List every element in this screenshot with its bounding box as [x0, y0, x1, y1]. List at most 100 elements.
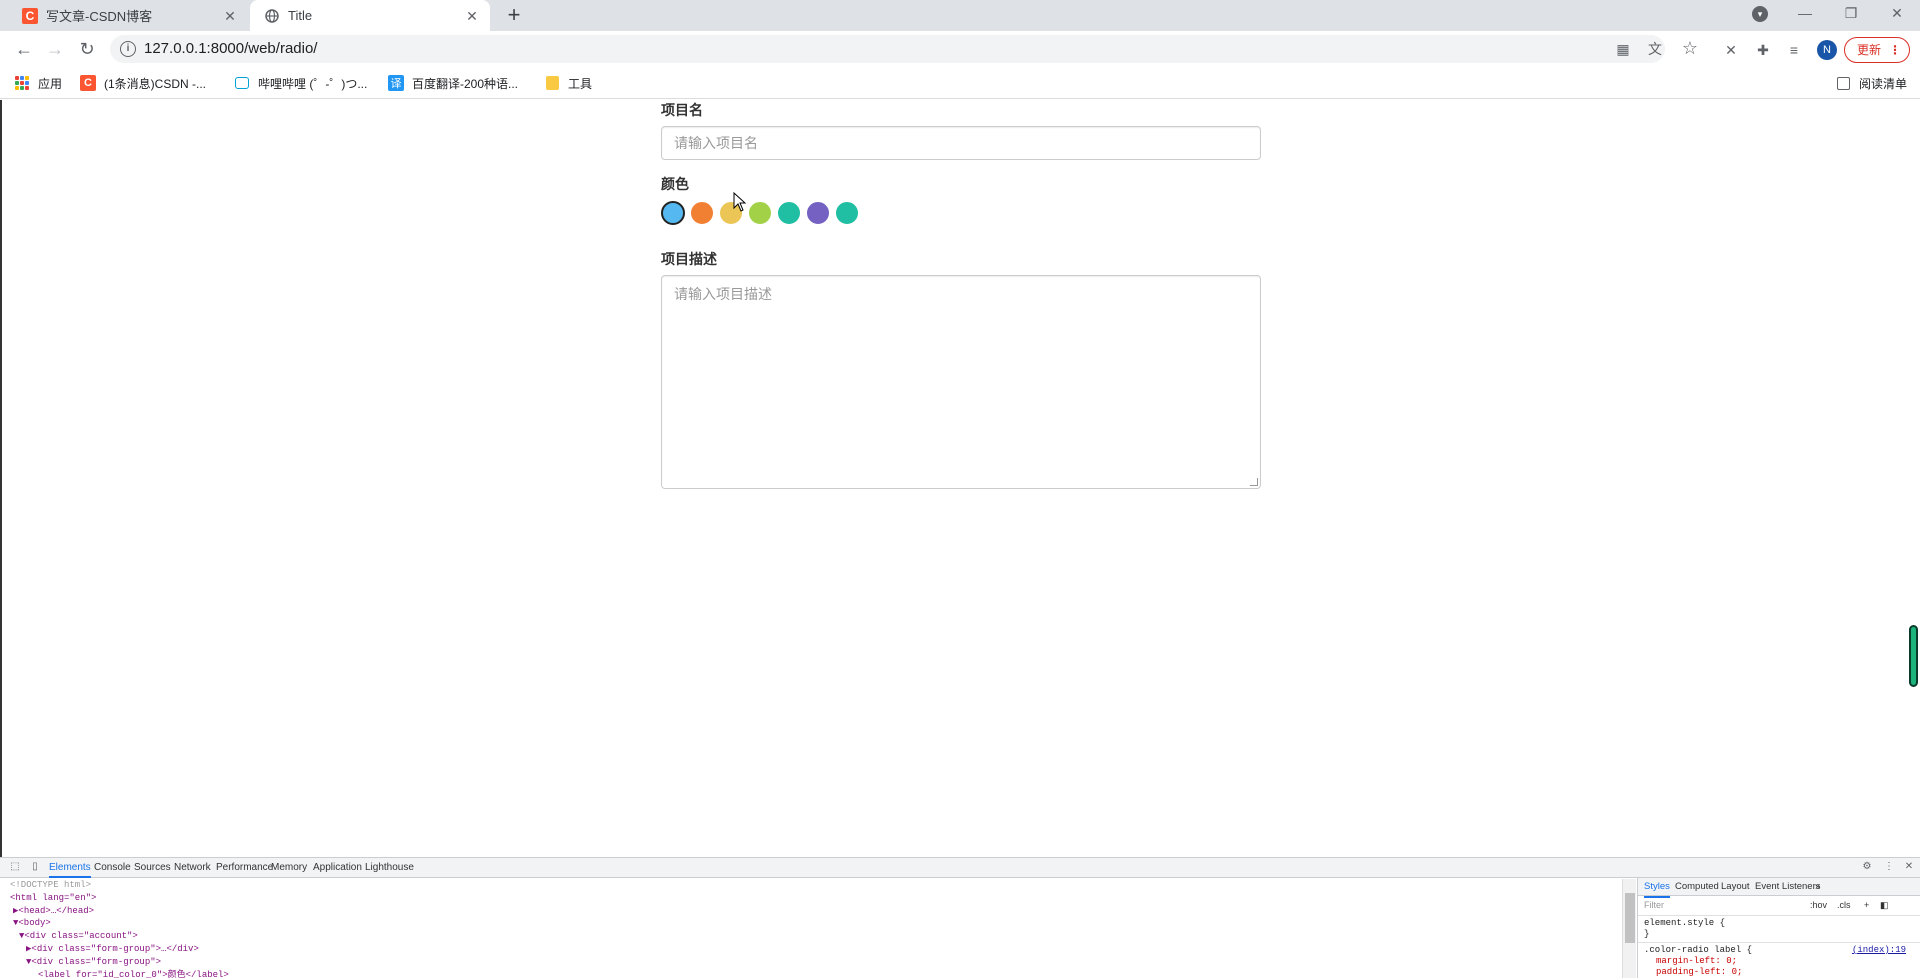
tab-search-icon[interactable]: ▾: [1752, 6, 1768, 22]
close-icon[interactable]: ✕: [222, 8, 238, 24]
tab-title: 写文章-CSDN博客: [46, 9, 153, 24]
bookmark-csdn[interactable]: C (1条消息)CSDN -...: [80, 67, 206, 99]
address-bar[interactable]: i 127.0.0.1:8000/web/radio/ ▦ 文: [110, 35, 1665, 63]
update-button[interactable]: 更新 ⋮: [1844, 37, 1910, 63]
styles-filter-input[interactable]: Filter: [1644, 900, 1664, 910]
styles-subtab[interactable]: Computed: [1675, 878, 1719, 896]
styles-subtab[interactable]: Styles: [1644, 878, 1670, 898]
more-menu-icon: ⋮: [1889, 43, 1901, 57]
dom-scrollbar[interactable]: [1622, 879, 1636, 978]
folder-icon: [544, 75, 560, 91]
bookmark-folder-tools[interactable]: 工具: [544, 67, 592, 99]
styles-pane: Styles Computed Layout Event Listeners» Fil…: [1637, 878, 1920, 978]
devtools-tab-bar: ⬚ ▯ Elements Console Sources Network Perform…: [0, 858, 1920, 878]
class-toggle[interactable]: .cls: [1837, 900, 1851, 910]
devtools-tab-network[interactable]: Network: [174, 858, 211, 878]
bilibili-icon: [234, 75, 250, 91]
site-info-icon[interactable]: i: [120, 41, 136, 57]
rule-close: }: [1644, 929, 1650, 939]
styles-subtab[interactable]: »: [1815, 878, 1820, 896]
devtools-panel: ⬚ ▯ Elements Console Sources Network Perform…: [0, 857, 1920, 978]
dom-node[interactable]: ▶<div class="form-group">…</div>: [0, 943, 1622, 956]
textarea-placeholder: 请输入项目描述: [674, 286, 772, 302]
forward-icon[interactable]: →: [41, 35, 69, 63]
project-name-input[interactable]: [661, 126, 1261, 160]
style-rule[interactable]: .color-radio label {(index):19 margin-lef…: [1638, 943, 1920, 980]
bookmark-baidu-translate[interactable]: 译 百度翻译-200种语...: [388, 67, 518, 99]
settings-icon[interactable]: ⚙: [1861, 861, 1873, 873]
dom-tree[interactable]: <!DOCTYPE html> <html lang="en"> ▶<head>…<…: [0, 879, 1622, 978]
avatar[interactable]: N: [1817, 40, 1837, 60]
resize-handle-icon[interactable]: [1250, 478, 1258, 486]
bookmark-label: 应用: [38, 76, 63, 91]
back-icon[interactable]: ←: [10, 35, 38, 63]
dom-node[interactable]: ▼<div class="account">: [0, 930, 1622, 943]
reading-list-label: 阅读清单: [1859, 76, 1908, 91]
devtools-tab-elements[interactable]: Elements: [49, 858, 91, 878]
apps-icon: [14, 75, 30, 91]
project-name-label: 项目名: [661, 102, 703, 118]
color-swatch-radio[interactable]: [777, 201, 801, 225]
rule-source-link[interactable]: (index):19: [1852, 945, 1906, 956]
close-icon[interactable]: ✕: [464, 8, 480, 24]
bookmark-star-icon[interactable]: ☆: [1681, 39, 1699, 57]
page-viewport: 项目名 颜色 项目描述 请输入项目描述: [0, 100, 1920, 857]
excel-extension-icon[interactable]: ✕: [1722, 41, 1740, 59]
bookmark-bilibili[interactable]: 哔哩哔哩 (゜-゜)つ...: [234, 67, 367, 99]
dom-node[interactable]: ▼<body>: [0, 917, 1622, 930]
inspect-element-icon[interactable]: ⬚: [9, 861, 21, 873]
dom-node[interactable]: ▶<head>…</head>: [0, 905, 1622, 918]
devtools-tab-lighthouse[interactable]: Lighthouse: [365, 858, 414, 878]
color-swatch-radio[interactable]: [835, 201, 859, 225]
project-name-group: 项目名: [661, 100, 1261, 160]
color-swatch-radio[interactable]: [806, 201, 830, 225]
scroll-thumb[interactable]: [1625, 893, 1635, 943]
extensions-icon[interactable]: ✚: [1754, 41, 1772, 59]
dom-node[interactable]: <html lang="en">: [0, 892, 1622, 905]
viewport-edge: [0, 100, 2, 857]
restore-icon[interactable]: ❐: [1828, 0, 1874, 31]
project-description-textarea[interactable]: 请输入项目描述: [661, 275, 1261, 489]
bookmark-label: 百度翻译-200种语...: [412, 76, 519, 91]
tab-title-page[interactable]: Title ✕: [250, 0, 490, 31]
hover-state-toggle[interactable]: :hov: [1810, 900, 1827, 910]
devtools-tab-console[interactable]: Console: [94, 858, 131, 878]
close-devtools-icon[interactable]: ✕: [1903, 861, 1915, 873]
new-rule-icon[interactable]: +: [1864, 900, 1869, 910]
minimize-icon[interactable]: —: [1782, 0, 1828, 31]
browser-tab-strip: C 写文章-CSDN博客 ✕ Title ✕ + ▾ — ❐ ✕: [0, 0, 1920, 31]
color-swatch-radio[interactable]: [690, 201, 714, 225]
devtools-tab-sources[interactable]: Sources: [134, 858, 171, 878]
styles-subtab[interactable]: Event Listeners: [1755, 878, 1820, 896]
new-tab-button[interactable]: +: [500, 2, 528, 30]
media-control-icon[interactable]: ≡: [1785, 41, 1803, 59]
devtools-tab-application[interactable]: Application: [313, 858, 362, 878]
qr-code-icon[interactable]: ▦: [1615, 41, 1631, 57]
tab-csdn[interactable]: C 写文章-CSDN博客 ✕: [8, 0, 248, 31]
window-close-icon[interactable]: ✕: [1874, 0, 1920, 31]
style-rules: element.style {} .color-radio label {(ind…: [1638, 916, 1920, 980]
bookmark-label: 哔哩哔哩 (゜-゜)つ...: [258, 76, 368, 91]
color-swatch-radio[interactable]: [661, 201, 685, 225]
rule-property[interactable]: padding-left: 0;: [1644, 967, 1914, 978]
dom-node[interactable]: <!DOCTYPE html>: [0, 879, 1622, 892]
devtools-tab-memory[interactable]: Memory: [271, 858, 307, 878]
color-radio-list: [661, 201, 1261, 225]
tab-title: Title: [288, 8, 313, 23]
bookmark-apps[interactable]: 应用: [14, 67, 62, 99]
translate-page-icon[interactable]: 文: [1647, 41, 1663, 57]
rule-property[interactable]: margin-left: 0;: [1644, 956, 1914, 967]
styles-subtab[interactable]: Layout: [1721, 878, 1750, 896]
color-swatch-radio[interactable]: [748, 201, 772, 225]
more-options-icon[interactable]: ⋮: [1883, 861, 1895, 873]
computed-sidebar-icon[interactable]: ◧: [1880, 900, 1889, 911]
reading-list[interactable]: 阅读清单: [1835, 67, 1907, 99]
color-group: 颜色: [661, 174, 1261, 225]
bookmark-label: (1条消息)CSDN -...: [104, 76, 207, 91]
reload-icon[interactable]: ↻: [73, 35, 101, 63]
style-rule[interactable]: element.style {}: [1638, 916, 1920, 943]
device-toolbar-icon[interactable]: ▯: [29, 861, 41, 873]
devtools-tab-performance[interactable]: Performance: [216, 858, 273, 878]
floating-scroll-widget[interactable]: [1909, 625, 1918, 687]
dom-node[interactable]: ▼<div class="form-group">: [0, 956, 1622, 969]
